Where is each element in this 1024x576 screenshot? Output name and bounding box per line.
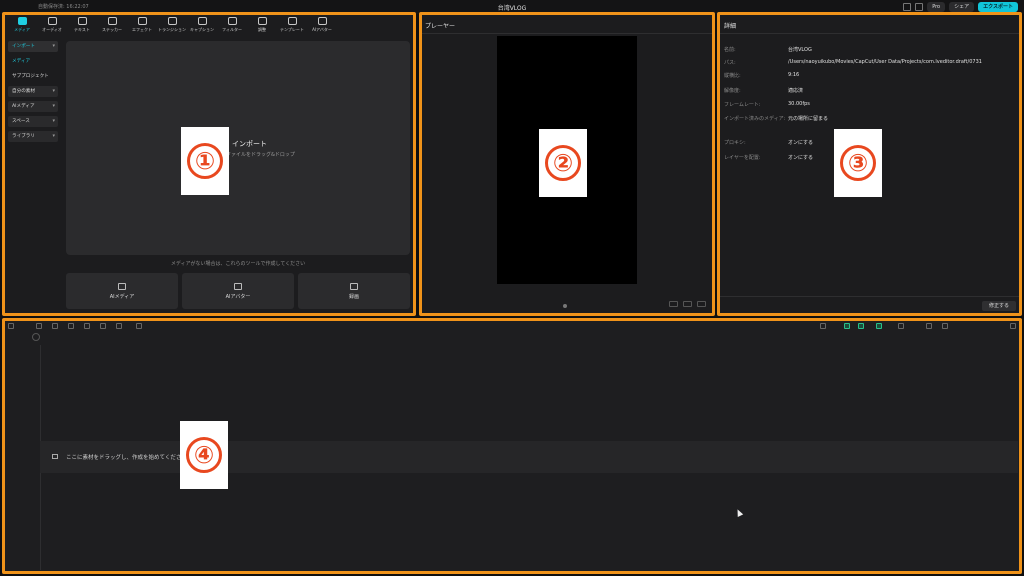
badge-4: ④ (180, 421, 228, 489)
badge-number: ④ (186, 437, 222, 473)
badge-number: ① (187, 143, 223, 179)
layout-icon[interactable] (903, 3, 912, 11)
shortcut-icon[interactable] (915, 3, 924, 11)
badge-2: ② (539, 129, 587, 197)
project-title: 台湾VLOG (497, 5, 527, 12)
title-bar-actions: Pro シェア エクスポート (903, 2, 1018, 12)
pro-button[interactable]: Pro (927, 2, 946, 12)
export-button[interactable]: エクスポート (978, 2, 1018, 12)
badge-number: ③ (840, 145, 876, 181)
badge-1: ① (181, 127, 229, 195)
share-button[interactable]: シェア (949, 2, 975, 12)
badge-number: ② (545, 145, 581, 181)
highlight-frame-timeline (2, 318, 1022, 574)
badge-3: ③ (834, 129, 882, 197)
